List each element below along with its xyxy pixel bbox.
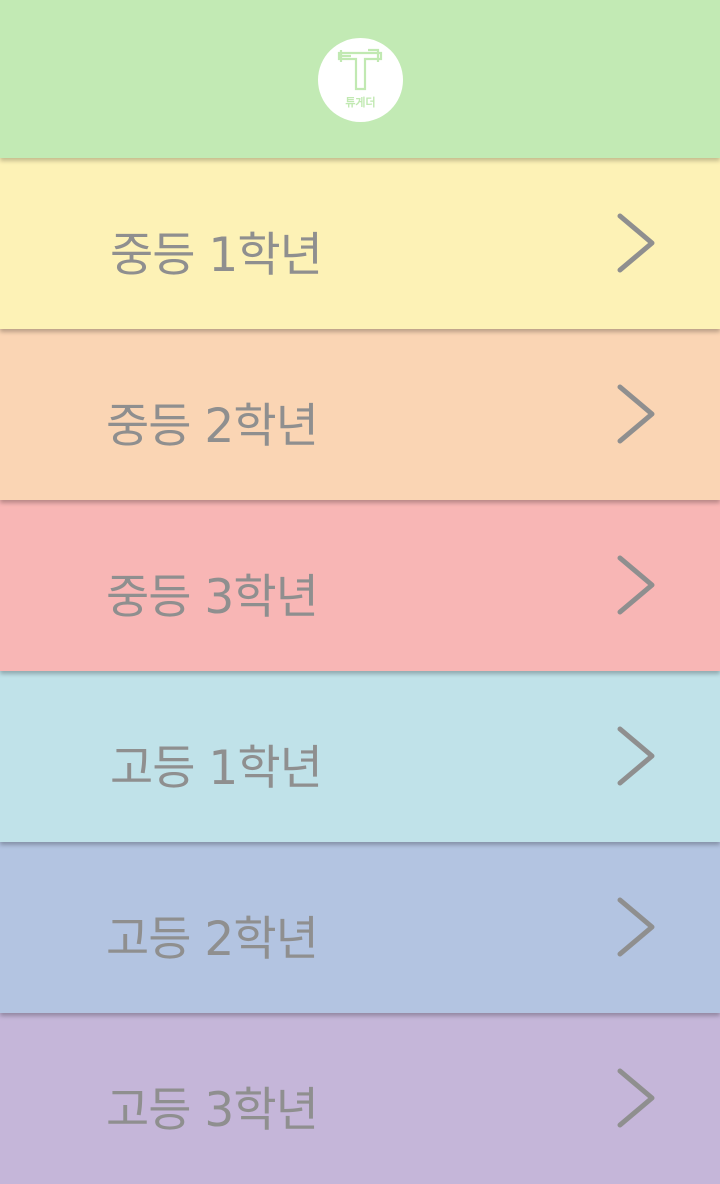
grade-row[interactable]: 고등 1학년 bbox=[0, 671, 720, 842]
grade-label: 고등 2학년 bbox=[106, 912, 319, 967]
grade-row[interactable]: 중등 1학년 bbox=[0, 158, 720, 329]
grade-list: 중등 1학년중등 2학년중등 3학년고등 1학년고등 2학년고등 3학년 bbox=[0, 0, 720, 1184]
chevron-right-icon bbox=[617, 726, 655, 786]
chevron-right-icon bbox=[617, 897, 655, 957]
grade-label: 중등 1학년 bbox=[110, 228, 323, 283]
grade-row[interactable]: 고등 3학년 bbox=[0, 1013, 720, 1184]
app-logo[interactable]: 튜게더 bbox=[318, 38, 403, 122]
grade-label: 중등 3학년 bbox=[106, 570, 319, 625]
chevron-right-icon bbox=[617, 555, 655, 615]
app-header: 튜게더 bbox=[0, 0, 720, 158]
chevron-right-icon bbox=[617, 384, 655, 444]
logo-text: 튜게더 bbox=[345, 96, 376, 109]
grade-row[interactable]: 중등 3학년 bbox=[0, 500, 720, 671]
grade-row[interactable]: 중등 2학년 bbox=[0, 329, 720, 500]
grade-row[interactable]: 고등 2학년 bbox=[0, 842, 720, 1013]
grade-label: 고등 3학년 bbox=[106, 1083, 319, 1138]
app-screen: 튜게더 중등 1학년중등 2학년중등 3학년고등 1학년고등 2학년고등 3학년 bbox=[0, 0, 720, 1184]
grade-label: 중등 2학년 bbox=[106, 399, 319, 454]
grade-label: 고등 1학년 bbox=[110, 741, 323, 796]
chevron-right-icon bbox=[617, 1068, 655, 1128]
chevron-right-icon bbox=[617, 213, 655, 273]
